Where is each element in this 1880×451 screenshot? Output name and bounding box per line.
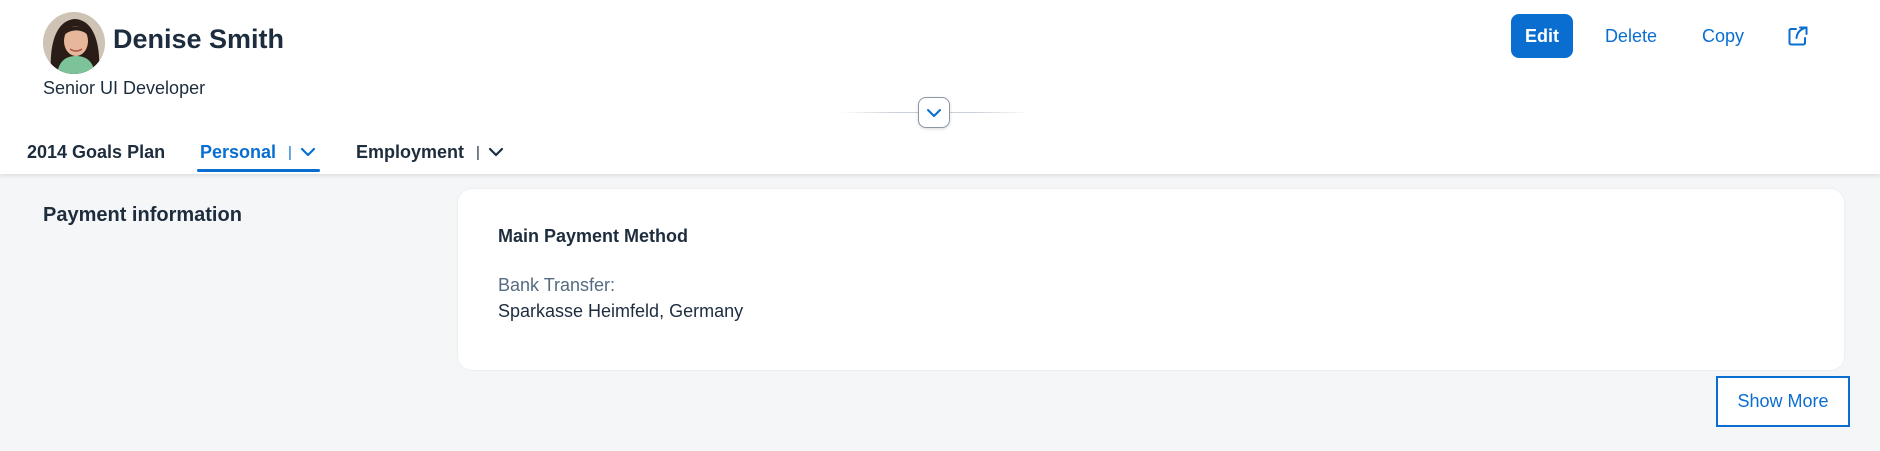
- tab-separator: |: [476, 143, 480, 161]
- tab-personal[interactable]: Personal |: [200, 130, 316, 174]
- chevron-down-icon[interactable]: [300, 147, 316, 157]
- tab-bar: 2014 Goals Plan Personal | Employment |: [0, 130, 1880, 174]
- copy-button[interactable]: Copy: [1689, 14, 1757, 58]
- chevron-down-icon[interactable]: [488, 147, 504, 157]
- page-title: Denise Smith: [113, 24, 285, 54]
- active-tab-indicator: [197, 169, 320, 172]
- payment-card: Main Payment Method Bank Transfer: Spark…: [458, 189, 1844, 370]
- field-label: Bank Transfer:: [498, 275, 616, 295]
- edit-button[interactable]: Edit: [1510, 14, 1573, 58]
- section-title: Payment information: [43, 204, 242, 226]
- card-title: Main Payment Method: [498, 226, 689, 246]
- field-value: Sparkasse Heimfeld, Germany: [498, 301, 744, 321]
- tab-goals-plan[interactable]: 2014 Goals Plan: [27, 130, 165, 174]
- share-button[interactable]: [1776, 14, 1820, 58]
- tab-employment[interactable]: Employment |: [356, 130, 504, 174]
- tab-label: 2014 Goals Plan: [27, 141, 166, 162]
- avatar: [43, 12, 105, 74]
- chevron-down-icon: [927, 108, 941, 117]
- tab-separator: |: [288, 143, 292, 161]
- share-icon: [1788, 26, 1808, 46]
- tab-label: Employment: [356, 141, 465, 162]
- show-more-button[interactable]: Show More: [1716, 376, 1850, 427]
- avatar-photo: [43, 12, 105, 74]
- header-actions: Edit Delete Copy: [1510, 14, 1820, 58]
- page-subtitle: Senior UI Developer: [43, 78, 206, 98]
- collapse-header-button[interactable]: [918, 97, 950, 128]
- object-page-header: Denise Smith Senior UI Developer Edit De…: [0, 0, 1880, 174]
- delete-button[interactable]: Delete: [1592, 14, 1670, 58]
- tab-label: Personal: [200, 141, 277, 162]
